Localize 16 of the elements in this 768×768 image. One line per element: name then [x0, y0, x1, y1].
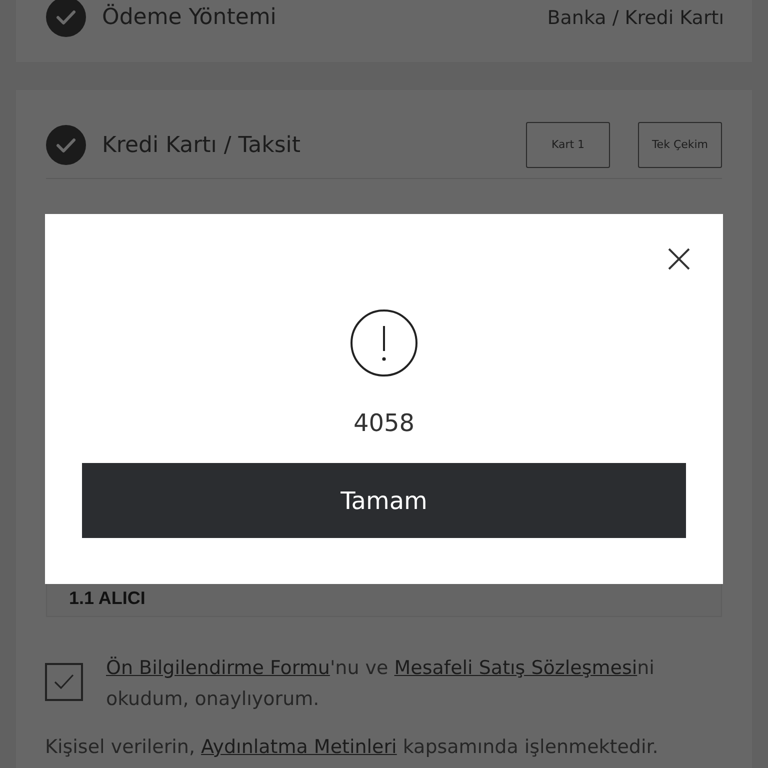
section-title: Kredi Kartı / Taksit: [102, 132, 301, 160]
consent-text: Ön Bilgilendirme Formu'nu ve Mesafeli Satış Sözleşmesini okudum, onaylıyorum.: [106, 656, 656, 712]
payment-method-value: Banka / Kredi Kartı: [547, 6, 724, 31]
document-link[interactable]: Mesafeli Satış Sözleşmesi: [394, 657, 638, 679]
option-button[interactable]: Kart 1: [526, 122, 610, 168]
document-link[interactable]: Aydınlatma Metinleri: [201, 736, 397, 758]
dialog-message: 4058: [353, 408, 415, 439]
exclamation-icon: [350, 309, 418, 377]
ok-button[interactable]: Tamam: [82, 463, 686, 538]
section-title: Ödeme Yöntemi: [102, 2, 276, 32]
close-icon[interactable]: [667, 247, 691, 271]
option-button[interactable]: Tek Çekim: [638, 122, 722, 168]
consent-checkbox[interactable]: [45, 663, 83, 701]
checkmark-icon: [53, 673, 75, 691]
privacy-note: Kişisel verilerin, Aydınlatma Metinleri kapsamında işlenmektedir.: [45, 735, 658, 760]
document-link[interactable]: Ön Bilgilendirme Formu: [106, 657, 330, 679]
